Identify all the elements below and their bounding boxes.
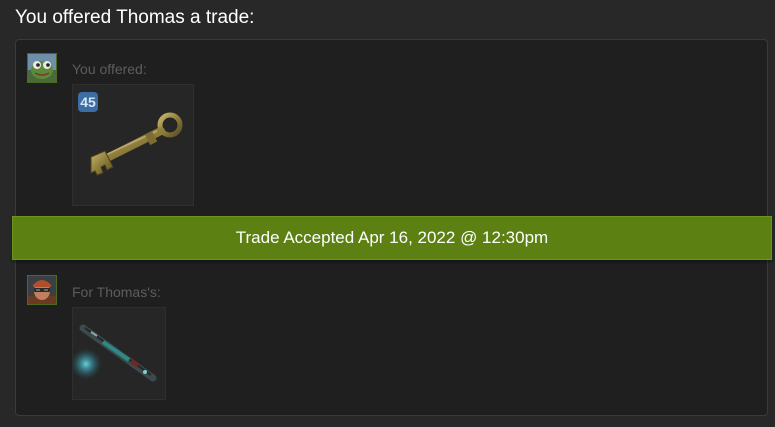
you-offered-label: You offered: xyxy=(72,61,147,77)
offered-item-tile[interactable]: 45 xyxy=(72,84,194,206)
weapon-icon xyxy=(73,324,157,382)
trade-offer-page: You offered Thomas a trade: You offered:… xyxy=(0,0,775,427)
key-icon xyxy=(90,112,183,176)
page-title: You offered Thomas a trade: xyxy=(15,7,255,28)
requested-item-tile[interactable] xyxy=(72,307,166,400)
soldier-avatar-icon[interactable] xyxy=(27,275,57,305)
for-thomas-label: For Thomas's: xyxy=(72,284,161,300)
trade-status-banner: Trade Accepted Apr 16, 2022 @ 12:30pm xyxy=(12,216,772,260)
frog-avatar-icon[interactable] xyxy=(27,53,57,83)
